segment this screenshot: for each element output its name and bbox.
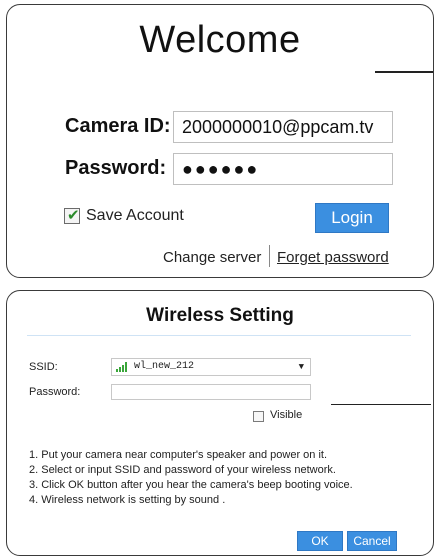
- cancel-button[interactable]: Cancel: [347, 531, 397, 551]
- title-divider: [27, 335, 411, 336]
- save-account-checkbox[interactable]: ✔: [64, 207, 80, 224]
- ok-button[interactable]: OK: [297, 531, 343, 551]
- ssid-value: wl_new_212: [134, 361, 195, 372]
- camera-id-label: Camera ID:: [65, 115, 171, 137]
- change-server-link[interactable]: Change server: [163, 249, 261, 266]
- instruction-1: 1. Put your camera near computer's speak…: [29, 449, 328, 461]
- wifi-password-label: Password:: [29, 386, 81, 398]
- wireless-title: Wireless Setting: [146, 305, 294, 326]
- visible-checkbox[interactable]: [253, 411, 264, 422]
- camera-id-input[interactable]: 2000000010@ppcam.tv: [173, 111, 393, 143]
- wifi-signal-icon: [116, 362, 127, 372]
- instruction-3: 3. Click OK button after you hear the ca…: [29, 479, 353, 491]
- save-account-label: Save Account: [86, 207, 184, 224]
- welcome-title: Welcome: [139, 19, 301, 61]
- chevron-down-icon[interactable]: ▼: [299, 359, 304, 375]
- forget-password-link[interactable]: Forget password: [277, 249, 389, 266]
- login-button[interactable]: Login: [315, 203, 389, 233]
- wireless-setting-panel: Wireless Setting SSID: wl_new_212 ▼ Pass…: [6, 290, 434, 556]
- password-input[interactable]: ●●●●●●: [173, 153, 393, 185]
- instruction-4: 4. Wireless network is setting by sound …: [29, 494, 226, 506]
- decorative-line: [375, 71, 433, 73]
- check-icon: ✔: [67, 207, 80, 224]
- password-label: Password:: [65, 157, 167, 179]
- instruction-2: 2. Select or input SSID and password of …: [29, 464, 336, 476]
- decorative-line: [331, 404, 431, 405]
- ssid-select[interactable]: wl_new_212 ▼: [111, 358, 311, 376]
- visible-label: Visible: [270, 409, 303, 421]
- login-panel: Welcome Camera ID: 2000000010@ppcam.tv P…: [6, 4, 434, 278]
- wifi-password-input[interactable]: [111, 384, 311, 400]
- link-divider: [269, 245, 270, 267]
- ssid-label: SSID:: [29, 361, 58, 373]
